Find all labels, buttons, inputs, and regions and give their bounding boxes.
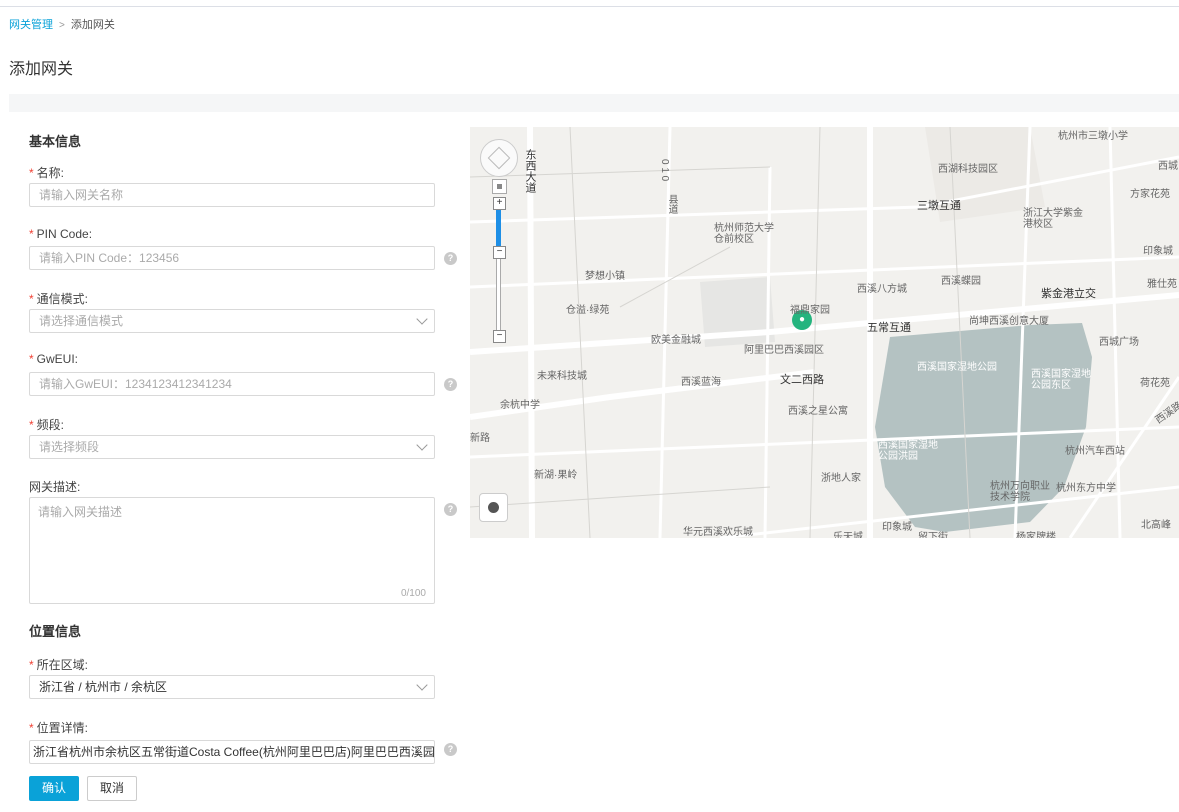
map-label: 印象城 [1143, 246, 1173, 257]
map-label: 西溪国家湿地公园东区 [1031, 369, 1091, 391]
map-label: 0 1 0 [659, 159, 670, 182]
gweui-help-icon[interactable]: ? [444, 378, 457, 391]
desc-textarea[interactable]: 请输入网关描述 0/100 [29, 497, 435, 604]
map-label: 文二西路 [780, 374, 824, 386]
map-label: 杭州万向职业技术学院 [990, 481, 1050, 503]
chevron-down-icon [416, 439, 428, 451]
map-label: 未来科技城 [537, 371, 587, 382]
map-label: 西溪之星公寓 [788, 406, 848, 417]
breadcrumb: 网关管理 > 添加网关 [9, 16, 115, 32]
page-title: 添加网关 [9, 61, 74, 78]
map-label: 西溪八方城 [857, 284, 907, 295]
map-label: 西城 [1158, 161, 1178, 172]
gweui-input[interactable]: 请输入GwEUI：1234123412341234 [29, 372, 435, 396]
map-label: 北高峰 [1141, 520, 1171, 531]
region-select[interactable]: 浙江省 / 杭州市 / 余杭区 [29, 675, 435, 699]
address-label: * 位置详情: [29, 721, 89, 735]
band-select-placeholder: 请选择频段 [39, 440, 100, 454]
map-label: 新湖·果岭 [534, 470, 578, 481]
map-label: 西溪国家湿地公园 [917, 362, 997, 373]
top-border [0, 0, 1179, 7]
map-label: 西城广场 [1099, 337, 1139, 348]
band-label: * 频段: [29, 418, 65, 432]
name-label: * 名称: [29, 166, 65, 180]
map-label: 浙地人家 [821, 473, 861, 484]
map-label: 杭州市三墩小学 [1058, 131, 1128, 142]
map-label: 尚坤西溪创意大厦 [969, 316, 1049, 327]
map-label: 紫金港立交 [1041, 288, 1096, 300]
map-label: 新路 [470, 433, 490, 444]
map-label: 福鼎家园 [790, 305, 830, 316]
map-label: 方家花苑 [1130, 189, 1170, 200]
chevron-down-icon [416, 679, 428, 691]
map[interactable]: + − − ● 杭州市三墩小学 西湖科技园区 三墩互通 浙江大学紫金港校区 方家… [470, 127, 1179, 538]
map-label: 西溪蓝海 [681, 377, 721, 388]
region-select-value: 浙江省 / 杭州市 / 余杭区 [39, 680, 168, 694]
map-label: 留下街 [918, 532, 948, 538]
map-label: 荷花苑 [1140, 378, 1170, 389]
map-label: 西湖科技园区 [938, 164, 998, 175]
band-select[interactable]: 请选择频段 [29, 435, 435, 459]
map-label: 三墩互通 [917, 200, 961, 212]
pin-input[interactable]: 请输入PIN Code：123456 [29, 246, 435, 270]
address-input[interactable]: 浙江省杭州市余杭区五常街道Costa Coffee(杭州阿里巴巴店)阿里巴巴西溪… [29, 740, 435, 764]
map-label: 浙江大学紫金港校区 [1023, 208, 1083, 230]
section-divider [9, 94, 1179, 112]
pin-help-icon[interactable]: ? [444, 252, 457, 265]
map-label: 雅仕苑 [1147, 279, 1177, 290]
map-zoom-handle[interactable]: − [493, 246, 506, 259]
desc-counter: 0/100 [400, 588, 426, 599]
name-input[interactable]: 请输入网关名称 [29, 183, 435, 207]
map-pan-control[interactable] [480, 139, 518, 177]
map-label: 西溪蝶园 [941, 276, 981, 287]
mode-select[interactable]: 请选择通信模式 [29, 309, 435, 333]
map-zoom-reset[interactable] [492, 179, 507, 194]
map-label: 五常互通 [867, 322, 911, 334]
map-label: 杭州汽车西站 [1065, 446, 1125, 457]
map-label: 东西大道 [524, 149, 536, 193]
desc-help-icon[interactable]: ? [444, 503, 457, 516]
map-zoom-out-button[interactable]: − [493, 330, 506, 343]
map-label: 印象城 [882, 522, 912, 533]
map-label: 杭州东方中学 [1056, 483, 1116, 494]
confirm-button[interactable]: 确认 [29, 776, 79, 801]
map-label: 华元西溪欢乐城 [683, 527, 753, 538]
map-zoom-in-button[interactable]: + [493, 197, 506, 210]
address-help-icon[interactable]: ? [444, 743, 457, 756]
pin-label: * PIN Code: [29, 227, 93, 241]
gweui-label: * GwEUI: [29, 352, 79, 366]
breadcrumb-current: 添加网关 [70, 19, 115, 31]
map-label: 阿里巴巴西溪园区 [744, 345, 824, 356]
region-label: * 所在区域: [29, 658, 89, 672]
map-label: 乐天城 [833, 532, 863, 538]
cancel-button[interactable]: 取消 [87, 776, 137, 801]
map-label: 欧美金融城 [651, 335, 701, 346]
chevron-down-icon [416, 313, 428, 325]
desc-placeholder: 请输入网关描述 [38, 505, 123, 519]
map-locate-button[interactable] [479, 493, 508, 522]
map-label: 杨家牌楼 [1016, 532, 1056, 538]
map-label: 西溪国家湿地公园洪园 [878, 440, 938, 462]
map-label: 县道 [666, 194, 677, 214]
map-label: 仓溢·绿苑 [566, 305, 610, 316]
map-label: 梦想小镇 [585, 271, 625, 282]
mode-select-placeholder: 请选择通信模式 [39, 314, 124, 328]
map-label: 杭州师范大学仓前校区 [714, 223, 774, 245]
location-info-title: 位置信息 [29, 624, 82, 639]
breadcrumb-gateway-management[interactable]: 网关管理 [9, 19, 53, 31]
mode-label: * 通信模式: [29, 292, 89, 306]
basic-info-title: 基本信息 [29, 134, 82, 149]
breadcrumb-separator: > [59, 20, 65, 31]
map-label: 余杭中学 [500, 400, 540, 411]
desc-label: 网关描述: [29, 480, 81, 494]
